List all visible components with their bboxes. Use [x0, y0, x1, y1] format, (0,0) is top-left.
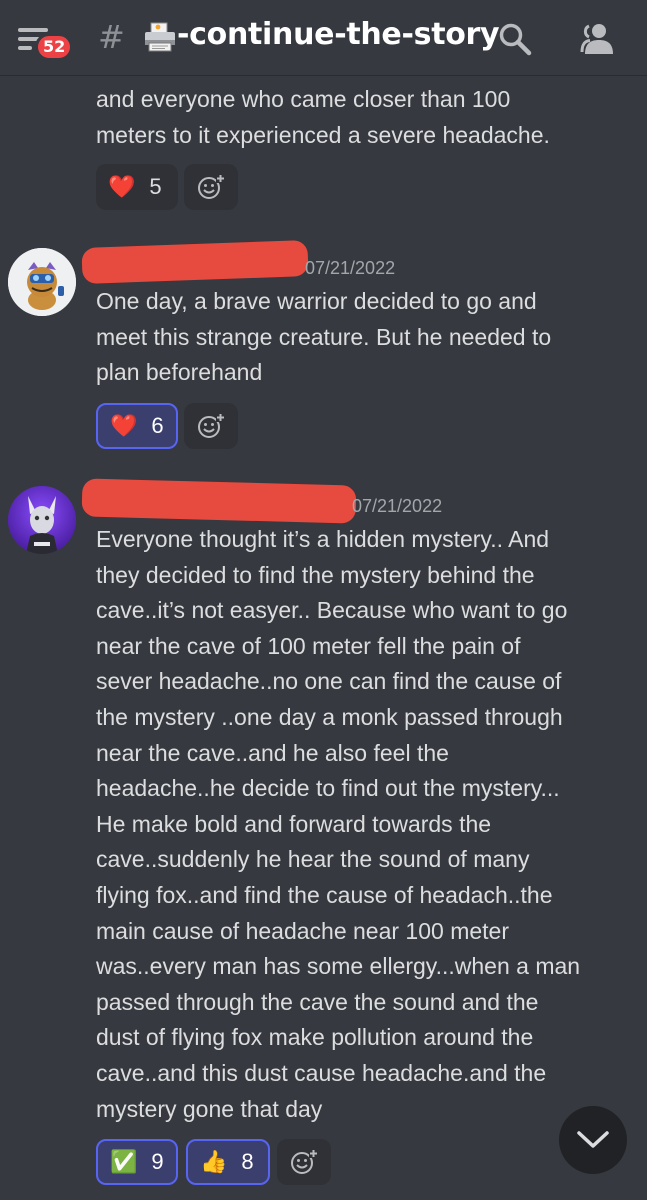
- channel-name: -continue-the-story: [177, 17, 500, 52]
- message-text: and everyone who came closer than 100 me…: [96, 82, 631, 153]
- add-reaction-icon: [291, 1149, 318, 1174]
- message-line: cave..and this dust cause headache.and t…: [96, 1059, 547, 1086]
- message-line: passed through the cave the sound and th…: [96, 988, 539, 1015]
- message-line: mystery gone that day: [96, 1095, 323, 1122]
- message-line: flying fox..and find the cause of headac…: [96, 881, 553, 908]
- hash-icon: #: [98, 18, 125, 56]
- message-line: meet this strange creature. But he neede…: [96, 323, 552, 350]
- message-timestamp: 07/21/2022: [305, 258, 396, 278]
- add-reaction-icon: [198, 413, 225, 438]
- message-line: sever headache..no one can find the caus…: [96, 668, 562, 695]
- reaction-count: 5: [149, 174, 162, 199]
- message-timestamp: 07/21/2022: [352, 496, 443, 516]
- message-line: near the cave..and he also feel the: [96, 739, 449, 766]
- channel-header: 52 # -continue-the-story: [0, 0, 647, 76]
- message-line: main cause of headache near 100 meter: [96, 917, 509, 944]
- reaction-check[interactable]: ✅ 9: [96, 1139, 178, 1185]
- redacted-username: [81, 478, 357, 524]
- message-text: One day, a brave warrior decided to go a…: [96, 284, 631, 391]
- message-line: they decided to find the mystery behind …: [96, 561, 535, 588]
- members-icon[interactable]: [576, 22, 616, 56]
- add-reaction-button[interactable]: [184, 403, 238, 449]
- search-icon[interactable]: [498, 22, 532, 56]
- scroll-to-bottom-button[interactable]: [559, 1106, 627, 1174]
- message-text: Everyone thought it’s a hidden mystery..…: [96, 522, 631, 1127]
- add-reaction-button[interactable]: [277, 1139, 331, 1185]
- redacted-username: [81, 240, 309, 284]
- red-heart-icon: ❤️: [108, 174, 136, 200]
- thumbs-up-icon: 👍: [200, 1149, 228, 1175]
- printer-icon: [143, 22, 177, 52]
- add-reaction-icon: [198, 174, 225, 199]
- message-line: near the cave of 100 meter fell the pain…: [96, 632, 521, 659]
- message-line: One day, a brave warrior decided to go a…: [96, 288, 537, 314]
- reaction-count: 8: [241, 1149, 254, 1174]
- message-line: was..every man has some ellergy...when a…: [96, 953, 581, 980]
- chevron-down-icon: [577, 1131, 609, 1148]
- message-line: He make bold and forward towards the: [96, 810, 492, 837]
- reaction-count: 6: [151, 413, 164, 438]
- avatar[interactable]: [8, 248, 76, 316]
- message-line: cave..it’s not easyer.. Because who want…: [96, 597, 568, 624]
- message-line: and everyone who came closer than 100: [96, 86, 511, 112]
- message-line: Everyone thought it’s a hidden mystery..…: [96, 526, 550, 552]
- add-reaction-button[interactable]: [184, 164, 238, 210]
- message-line: cave..suddenly he hear the sound of many: [96, 846, 530, 873]
- message-line: dust of flying fox make pollution around…: [96, 1024, 534, 1051]
- avatar[interactable]: [8, 486, 76, 554]
- message-line: the mystery ..one day a monk passed thro…: [96, 703, 563, 730]
- reaction-count: 9: [151, 1149, 164, 1174]
- red-heart-icon: ❤️: [110, 413, 138, 439]
- reaction-heart[interactable]: ❤️ 6: [96, 403, 178, 449]
- check-mark-icon: ✅: [110, 1149, 138, 1175]
- message-line: meters to it experienced a severe headac…: [96, 121, 550, 148]
- reaction-heart[interactable]: ❤️ 5: [96, 164, 178, 210]
- message-line: headache..he decide to find out the myst…: [96, 775, 560, 802]
- message-line: plan beforehand: [96, 359, 263, 386]
- reaction-thumbs-up[interactable]: 👍 8: [186, 1139, 270, 1185]
- unread-badge: 52: [35, 33, 74, 61]
